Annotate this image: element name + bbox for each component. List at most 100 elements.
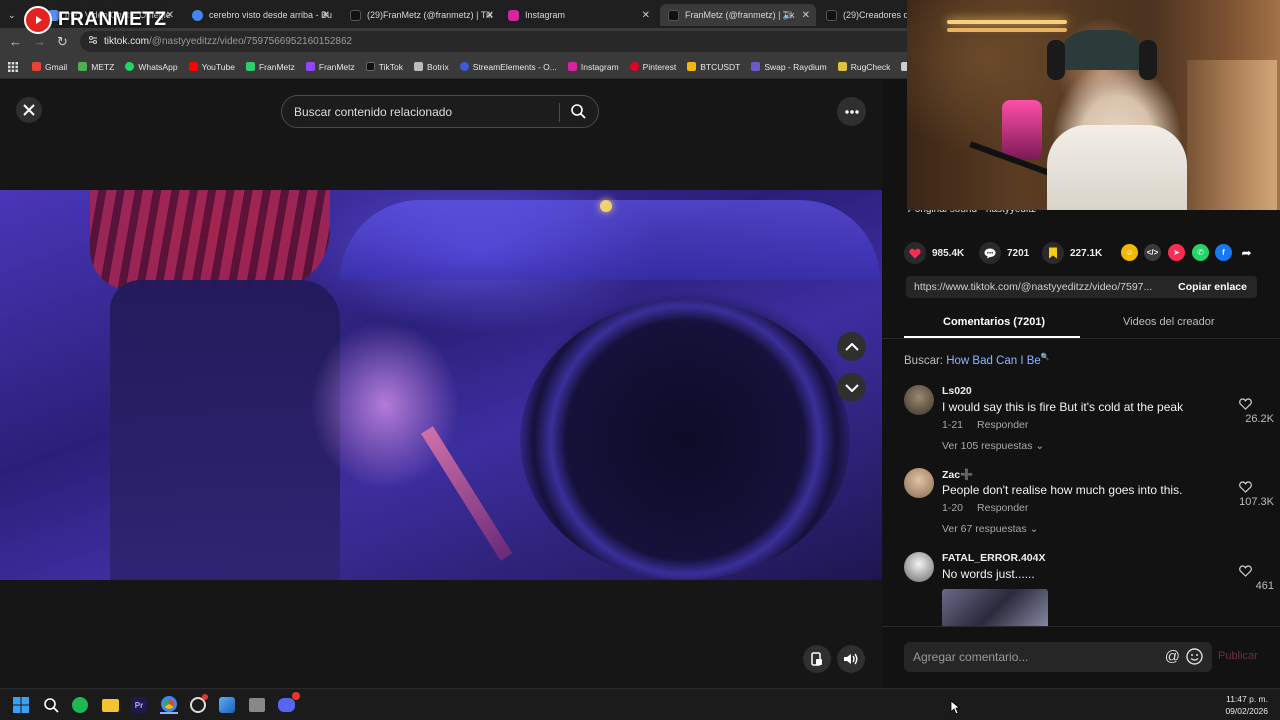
copy-link-button[interactable]: Copiar enlace: [1178, 281, 1247, 293]
chevron-up-icon: [844, 342, 859, 351]
previous-video-button[interactable]: [837, 332, 866, 361]
twitch-icon: [305, 62, 315, 71]
embed-code-icon[interactable]: </>: [1144, 244, 1161, 261]
obs-icon[interactable]: [189, 694, 208, 714]
close-video-button[interactable]: [16, 97, 42, 123]
miniplayer-button[interactable]: [803, 645, 831, 673]
related-search-input[interactable]: Buscar contenido relacionado: [281, 95, 599, 128]
view-replies-button[interactable]: Ver 105 respuestas ⌄: [942, 440, 1044, 452]
close-icon[interactable]: ✕: [486, 10, 494, 21]
comment-username[interactable]: Ls020: [942, 385, 972, 397]
avatar[interactable]: [904, 552, 934, 582]
bookmark-raydium[interactable]: Swap - Raydium: [751, 62, 827, 72]
speaker-icon[interactable]: 🔈: [783, 10, 794, 21]
kick-icon: [245, 62, 255, 71]
bookmark-instagram[interactable]: Instagram: [567, 62, 619, 72]
emoji-icon[interactable]: [1186, 648, 1203, 668]
close-icon[interactable]: ✕: [802, 10, 810, 21]
add-comment-input[interactable]: Agregar comentario... @: [904, 642, 1212, 672]
bookmark-franmetz-twitch[interactable]: FranMetz: [305, 62, 355, 72]
tab-comments[interactable]: Comentarios (7201): [943, 316, 1045, 328]
next-video-button[interactable]: [837, 373, 866, 402]
image-viewer-icon[interactable]: [218, 696, 236, 714]
more-options-button[interactable]: [837, 97, 866, 126]
comment-like-count: 26.2K: [1245, 413, 1274, 425]
whatsapp-share-icon[interactable]: ✆: [1192, 244, 1209, 261]
search-icon[interactable]: [571, 104, 586, 122]
close-icon: [23, 104, 35, 116]
speaker-icon: [843, 653, 857, 665]
save-stat[interactable]: 227.1K: [1042, 242, 1102, 264]
streamer-brand-overlay: FRANMETZ: [24, 6, 166, 34]
forward-arrow-icon[interactable]: →: [33, 34, 46, 49]
avatar[interactable]: [904, 385, 934, 415]
comment-image-attachment[interactable]: [942, 589, 1048, 626]
tab-2[interactable]: cerebro visto desde arriba - Bu ✕: [184, 4, 336, 26]
streamelements-icon: [459, 62, 469, 71]
reply-button[interactable]: Responder: [977, 419, 1028, 431]
chrome-icon[interactable]: [160, 696, 178, 714]
windows-taskbar: Pr 11:47 p. m. 09/02/2026: [0, 688, 1280, 720]
scene-jeans: [110, 280, 340, 580]
tab-search-menu[interactable]: ⌄: [0, 4, 20, 26]
windows-start-icon[interactable]: [12, 696, 30, 714]
tab-3[interactable]: (29)FranMetz (@franmetz) | Tik ✕: [342, 4, 500, 26]
like-stat[interactable]: 985.4K: [904, 242, 964, 264]
bookmark-rugcheck[interactable]: RugCheck: [837, 62, 890, 72]
url-field[interactable]: tiktok.com/@nastyyeditzz/video/759756695…: [80, 31, 920, 52]
scene-light: [600, 200, 612, 212]
facebook-share-icon[interactable]: f: [1215, 244, 1232, 261]
bookmark-botrix[interactable]: Botrix: [414, 62, 449, 72]
bookmark-metz[interactable]: METZ: [78, 62, 114, 72]
more-share-arrow-icon[interactable]: ➦: [1238, 244, 1255, 261]
site-info-icon[interactable]: [88, 35, 98, 48]
heart-outline-icon: [1239, 565, 1252, 577]
tab-creator-videos[interactable]: Videos del creador: [1123, 316, 1215, 328]
divider: [882, 626, 1280, 627]
curtain: [1187, 60, 1277, 210]
reload-icon[interactable]: ↻: [57, 34, 68, 50]
string-lights: [947, 20, 1067, 24]
close-icon[interactable]: ✕: [322, 10, 330, 21]
premiere-pro-icon[interactable]: Pr: [130, 696, 148, 714]
bookmark-franmetz-kick[interactable]: FranMetz: [245, 62, 295, 72]
search-suggestion[interactable]: Buscar: How Bad Can I Be🔍: [904, 353, 1050, 367]
volume-button[interactable]: [837, 645, 865, 673]
app-icon[interactable]: [248, 696, 266, 714]
spotify-icon[interactable]: [71, 696, 89, 714]
bookmark-btcusdt[interactable]: BTCUSDT: [687, 62, 740, 72]
comment-username[interactable]: Zac➕: [942, 468, 973, 481]
close-icon[interactable]: ✕: [166, 10, 174, 21]
apps-grid-icon[interactable]: [8, 61, 18, 72]
system-clock[interactable]: 11:47 p. m. 09/02/2026: [1225, 693, 1268, 717]
bookmark-whatsapp[interactable]: WhatsApp: [125, 62, 178, 72]
search-icon[interactable]: [42, 696, 60, 714]
back-arrow-icon[interactable]: ←: [9, 34, 22, 49]
view-replies-button[interactable]: Ver 67 respuestas ⌄: [942, 523, 1038, 535]
close-icon[interactable]: ✕: [642, 10, 650, 21]
discord-icon[interactable]: [277, 692, 300, 714]
instagram-icon: [567, 62, 577, 71]
file-explorer-icon[interactable]: [101, 696, 119, 714]
tab-5-active[interactable]: FranMetz (@franmetz) | Tik 🔈 ✕: [660, 4, 816, 26]
whatsapp-icon: [125, 62, 135, 71]
bookmark-gmail[interactable]: Gmail: [32, 62, 67, 72]
mention-icon[interactable]: @: [1165, 648, 1180, 665]
bookmark-tiktok[interactable]: TikTok: [365, 62, 403, 72]
send-to-friends-icon[interactable]: ➤: [1168, 244, 1185, 261]
tab-4[interactable]: Instagram ✕: [500, 4, 656, 26]
reply-button[interactable]: Responder: [977, 502, 1028, 514]
scene-car-roof: [340, 200, 880, 280]
repost-share-icon[interactable]: ☺: [1121, 244, 1138, 261]
bookmark-youtube[interactable]: YouTube: [188, 62, 235, 72]
comment-stat[interactable]: 7201: [979, 242, 1029, 264]
publish-button[interactable]: Publicar: [1218, 650, 1258, 662]
avatar[interactable]: [904, 468, 934, 498]
mouse-cursor-icon: [950, 700, 960, 715]
bookmark-pinterest[interactable]: Pinterest: [629, 62, 676, 72]
bookmark-streamelements[interactable]: StreamElements - O...: [459, 62, 557, 72]
video-frame[interactable]: [0, 190, 882, 580]
comment-username[interactable]: FATAL_ERROR.404X: [942, 552, 1045, 564]
tab-6[interactable]: (29)Creadores de M: [818, 4, 908, 26]
video-link-field[interactable]: https://www.tiktok.com/@nastyyeditzz/vid…: [906, 276, 1257, 298]
